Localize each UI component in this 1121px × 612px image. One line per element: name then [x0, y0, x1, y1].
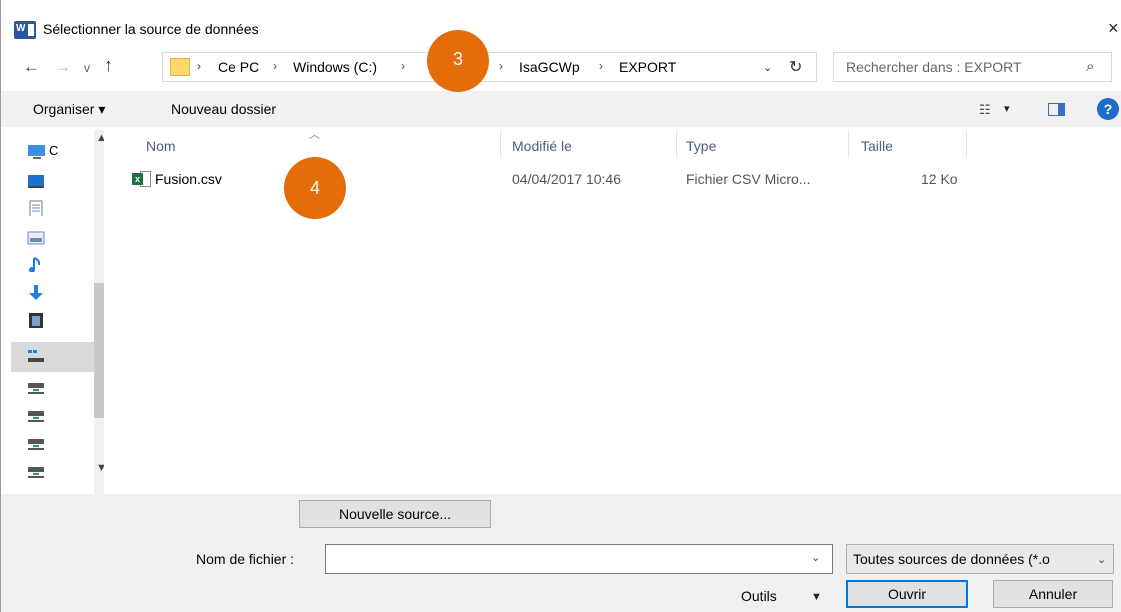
forward-arrow-icon[interactable]: → [54, 57, 71, 77]
column-divider[interactable] [676, 130, 677, 158]
breadcrumb-export[interactable]: EXPORT [619, 59, 676, 75]
documents-icon[interactable] [27, 200, 45, 216]
breadcrumb-windows-c[interactable]: Windows (C:) [293, 59, 377, 75]
file-type-filter-value: Toutes sources de données (*.o [853, 551, 1050, 567]
this-pc-icon[interactable] [27, 144, 45, 160]
cancel-button[interactable]: Annuler [993, 580, 1113, 608]
step-4-badge: 4 [284, 157, 346, 219]
title-bar: W Sélectionner la source de données × [1, 0, 1121, 40]
music-icon[interactable] [27, 256, 45, 272]
file-list: ︿ Nom Modifié le Type Taille x Fusion.cs… [104, 129, 1121, 494]
local-disk-icon[interactable] [27, 348, 45, 364]
column-divider[interactable] [500, 130, 501, 158]
close-icon[interactable]: × [1108, 18, 1119, 39]
word-app-icon: W [14, 21, 36, 39]
column-header-size[interactable]: Taille [861, 138, 893, 154]
file-name[interactable]: Fusion.csv [155, 171, 222, 187]
step-3-badge: 3 [427, 30, 489, 92]
sort-ascending-icon: ︿ [309, 129, 320, 141]
up-arrow-icon[interactable]: ↑ [104, 55, 113, 76]
refresh-icon[interactable]: ↻ [789, 57, 802, 77]
search-icon[interactable]: ⌕ [1086, 58, 1094, 75]
filename-input[interactable] [325, 544, 833, 574]
filter-dropdown-icon[interactable]: ⌄ [1097, 553, 1106, 566]
view-options-icon[interactable]: ☷ [979, 102, 991, 118]
breadcrumb-separator-icon: › [499, 59, 503, 73]
column-header-type[interactable]: Type [686, 138, 716, 154]
breadcrumb-this-pc[interactable]: Ce PC [218, 59, 259, 75]
network-drive-icon[interactable] [27, 436, 45, 452]
preview-pane-icon[interactable] [1048, 103, 1065, 116]
file-row[interactable]: x Fusion.csv 04/04/2017 10:46 Fichier CS… [104, 168, 974, 194]
file-modified: 04/04/2017 10:46 [512, 171, 621, 187]
column-divider[interactable] [848, 130, 849, 158]
back-arrow-icon[interactable]: ← [23, 57, 40, 77]
folder-icon [170, 58, 190, 76]
recent-locations-chevron-icon[interactable]: v [84, 61, 90, 75]
filename-label: Nom de fichier : [196, 551, 295, 567]
column-header-modified[interactable]: Modifié le [512, 138, 572, 154]
breadcrumb-separator-icon: › [401, 59, 405, 73]
videos-icon[interactable] [27, 312, 45, 328]
file-type-filter[interactable]: Toutes sources de données (*.o ⌄ [846, 544, 1114, 574]
file-size: 12 Ko [921, 171, 958, 187]
filename-dropdown-icon[interactable]: ⌄ [811, 551, 820, 564]
breadcrumb-isagcwp[interactable]: IsaGCWp [519, 59, 580, 75]
nav-selected-highlight [11, 342, 94, 372]
csv-file-icon: x [132, 171, 151, 188]
open-button[interactable]: Ouvrir [846, 580, 968, 608]
search-placeholder: Rechercher dans : EXPORT [846, 59, 1022, 75]
address-row: ← → v ↑ › Ce PC › Windows (C:) › › IsaGC… [1, 48, 1121, 88]
column-header-name[interactable]: Nom [146, 138, 176, 154]
breadcrumb-separator-icon: › [273, 59, 277, 73]
desktop-icon[interactable] [27, 174, 45, 190]
column-divider[interactable] [966, 130, 967, 158]
file-type: Fichier CSV Micro... [686, 171, 811, 187]
network-drive-icon[interactable] [27, 464, 45, 480]
navigation-pane: C ▲ ▼ [11, 130, 111, 494]
command-bar: Organiser ▾ Nouveau dossier ☷ ▾ ? [1, 91, 1121, 127]
tools-dropdown-icon[interactable]: ▼ [811, 591, 822, 603]
view-dropdown-icon[interactable]: ▾ [1004, 102, 1010, 115]
dialog-title: Sélectionner la source de données [43, 21, 259, 37]
new-folder-button[interactable]: Nouveau dossier [171, 101, 276, 117]
breadcrumb-separator-icon: › [599, 59, 603, 73]
network-drive-icon[interactable] [27, 380, 45, 396]
downloads-icon[interactable] [27, 284, 45, 300]
address-dropdown-icon[interactable]: ⌄ [763, 61, 772, 74]
dialog-footer: Nouvelle source... Nom de fichier : ⌄ To… [1, 494, 1121, 612]
help-icon[interactable]: ? [1097, 98, 1119, 120]
search-box[interactable]: Rechercher dans : EXPORT ⌕ [833, 52, 1112, 82]
tools-menu[interactable]: Outils [741, 588, 777, 604]
breadcrumb-separator-icon: › [197, 59, 201, 73]
new-source-button[interactable]: Nouvelle source... [299, 500, 491, 528]
pictures-icon[interactable] [27, 230, 45, 246]
network-drive-icon[interactable] [27, 408, 45, 424]
nav-item-label[interactable]: C [49, 143, 58, 158]
organize-menu[interactable]: Organiser ▾ [33, 101, 105, 118]
address-bar[interactable]: › Ce PC › Windows (C:) › › IsaGCWp › EXP… [162, 52, 817, 82]
file-dialog: W Sélectionner la source de données × ← … [0, 0, 1121, 612]
